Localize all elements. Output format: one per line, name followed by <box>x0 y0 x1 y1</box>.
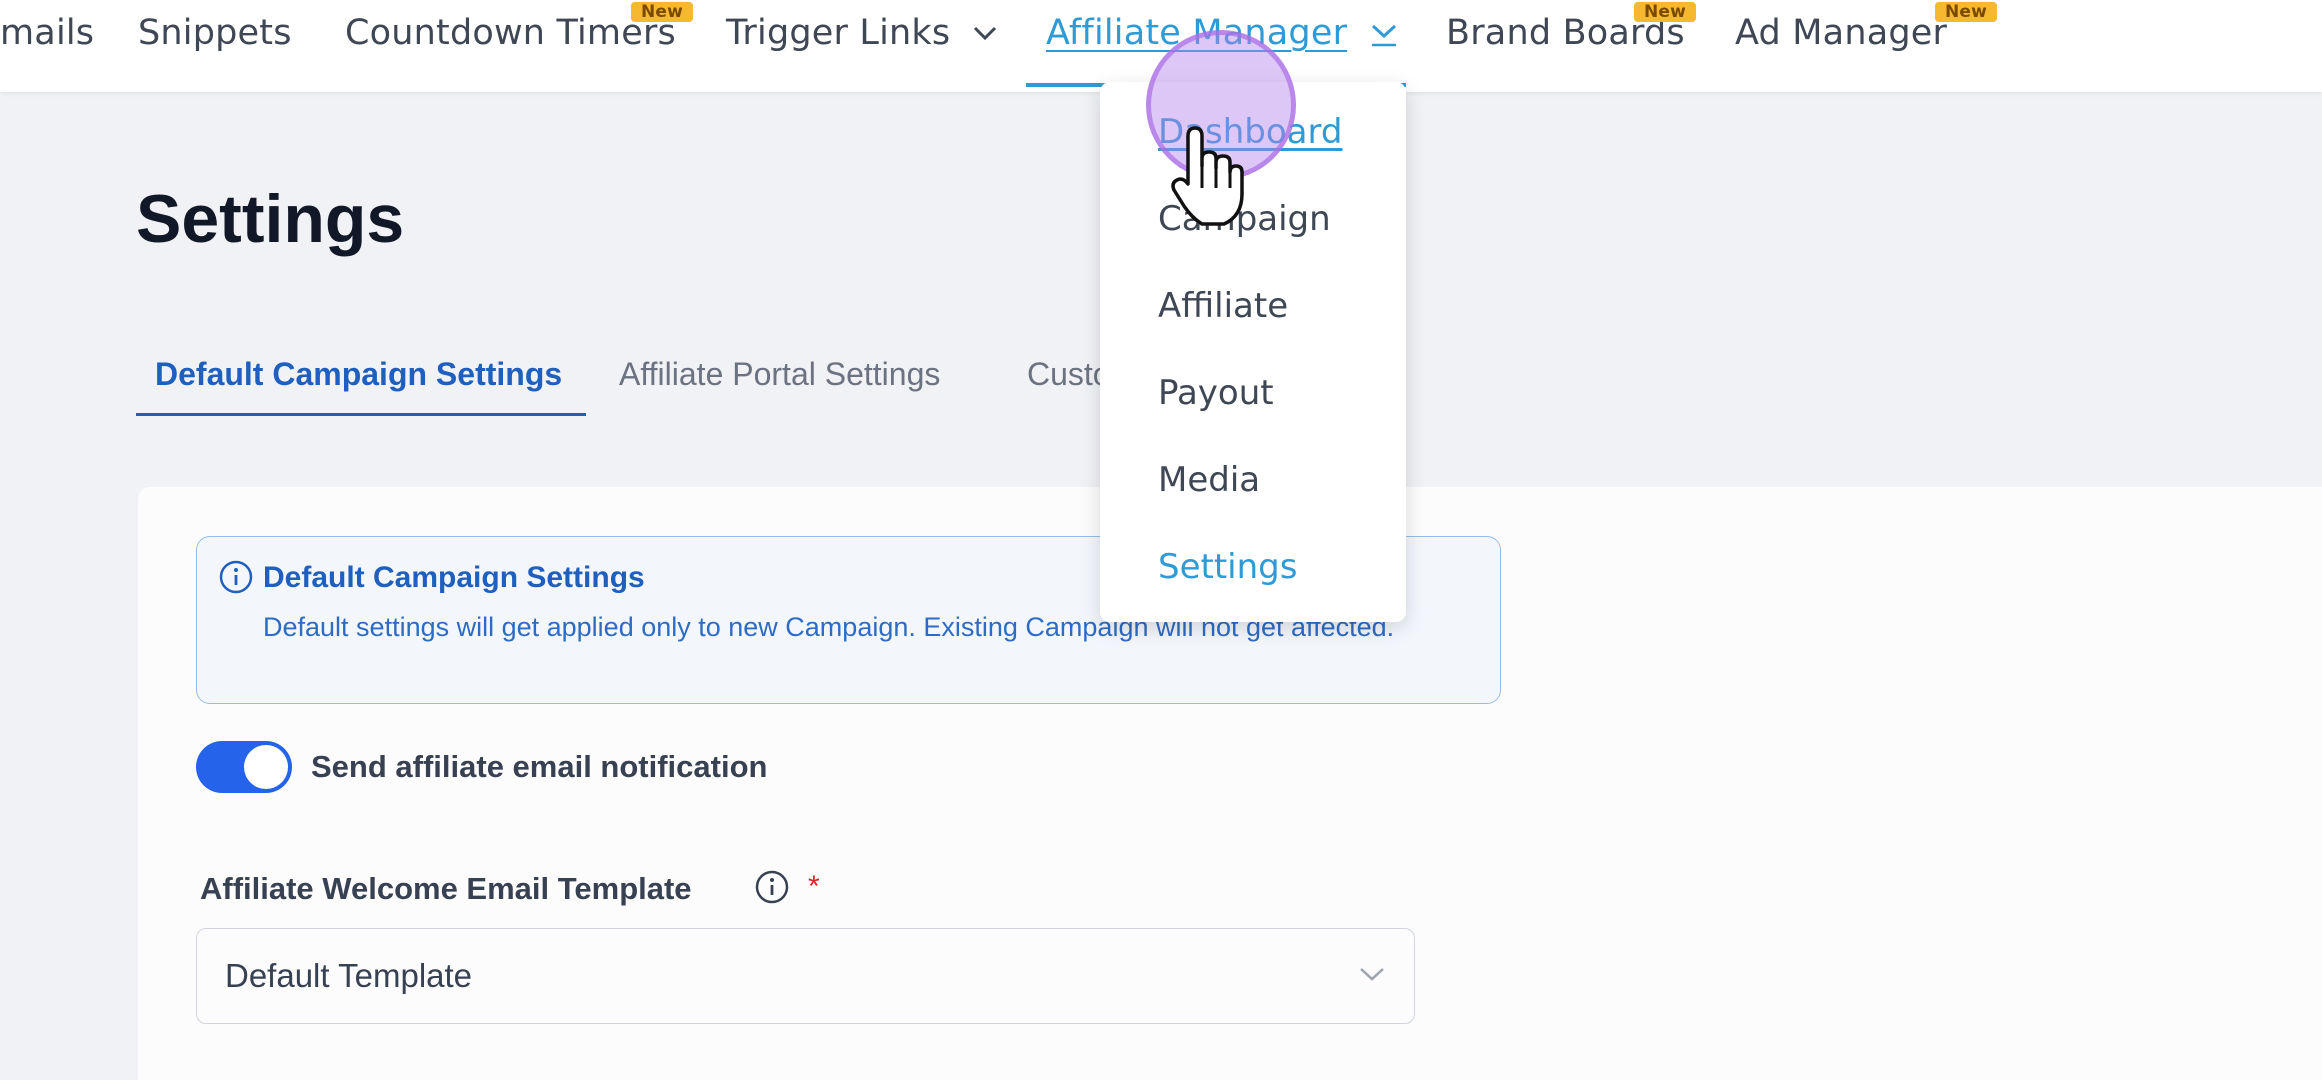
top-navigation: mails Snippets New Countdown Timers Trig… <box>0 0 2322 92</box>
nav-item-trigger-links[interactable]: Trigger Links <box>726 8 998 58</box>
menu-item-affiliate[interactable]: Affiliate <box>1158 286 1288 326</box>
nav-item-snippets[interactable]: Snippets <box>138 8 292 58</box>
chevron-down-icon <box>1369 18 1399 48</box>
tab-affiliate-portal-settings[interactable]: Affiliate Portal Settings <box>619 356 940 393</box>
menu-item-campaign[interactable]: Campaign <box>1158 199 1331 239</box>
welcome-template-select[interactable]: Default Template <box>196 928 1415 1024</box>
menu-item-payout[interactable]: Payout <box>1158 373 1274 413</box>
select-value: Default Template <box>225 957 473 994</box>
info-icon[interactable] <box>754 869 790 910</box>
info-icon <box>218 559 254 600</box>
toggle-knob <box>244 745 288 789</box>
active-tab-indicator <box>136 413 586 416</box>
nav-item-countdown-timers[interactable]: New Countdown Timers <box>345 2 694 58</box>
required-marker: * <box>808 870 820 903</box>
email-notification-toggle[interactable] <box>196 741 292 793</box>
page-title: Settings <box>136 181 405 257</box>
nav-item-affiliate-manager[interactable]: Affiliate Manager <box>1046 8 1399 58</box>
nav-item-brand-boards[interactable]: New Brand Boards <box>1446 2 1697 58</box>
nav-item-emails[interactable]: mails <box>0 8 94 58</box>
tab-custom[interactable]: Custo <box>1027 356 1111 393</box>
new-badge: New <box>1634 2 1697 22</box>
toggle-label: Send affiliate email notification <box>311 749 768 784</box>
menu-item-media[interactable]: Media <box>1158 460 1260 500</box>
menu-item-dashboard[interactable]: Dashboard <box>1158 112 1342 152</box>
alert-title: Default Campaign Settings <box>263 561 645 594</box>
welcome-template-label: Affiliate Welcome Email Template <box>200 871 692 906</box>
chevron-down-icon <box>972 25 998 41</box>
new-badge: New <box>1935 2 1998 22</box>
nav-item-ad-manager[interactable]: New Ad Manager <box>1735 2 1998 58</box>
chevron-down-icon <box>1358 963 1386 990</box>
new-badge: New <box>631 2 694 22</box>
tab-default-campaign-settings[interactable]: Default Campaign Settings <box>155 356 562 393</box>
menu-item-settings[interactable]: Settings <box>1158 547 1297 587</box>
affiliate-manager-dropdown: Dashboard Campaign Affiliate Payout Medi… <box>1100 82 1406 622</box>
